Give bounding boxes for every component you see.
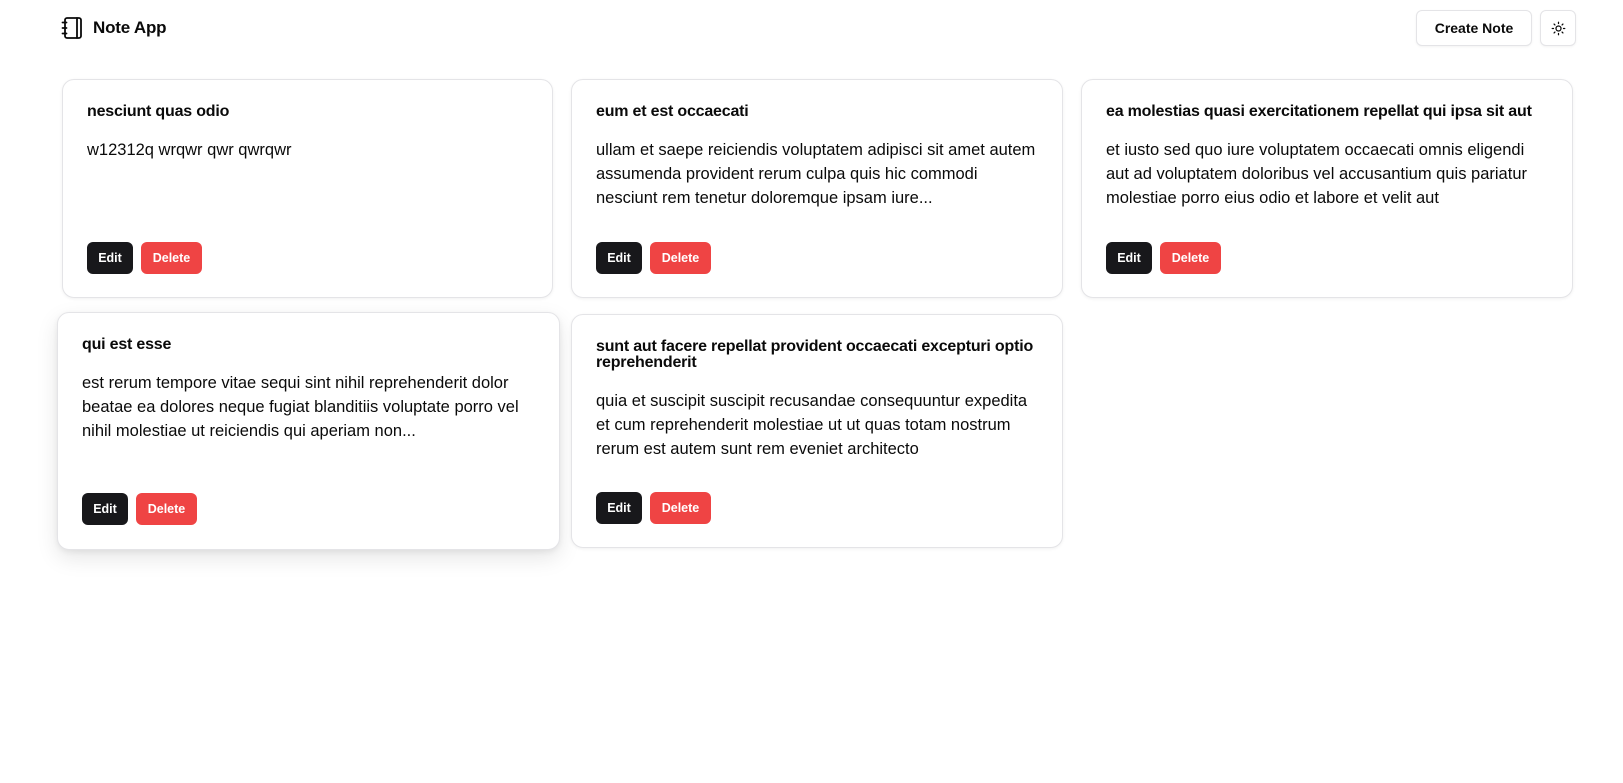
note-body: w12312q wrqwr qwr qwrqwr (87, 141, 292, 159)
edit-button[interactable]: Edit (596, 492, 642, 524)
app-header: Note App Create Note (0, 0, 1623, 58)
note-title: sunt aut facere repellat provident occae… (596, 338, 1034, 371)
note-body: et iusto sed quo iure voluptatem occaeca… (1106, 141, 1527, 207)
note-title: ea molestias quasi exercitationem repell… (1106, 103, 1532, 120)
edit-button[interactable]: Edit (1106, 242, 1152, 274)
edit-button[interactable]: Edit (82, 493, 128, 525)
brand: Note App (61, 16, 167, 40)
note-card: ea molestias quasi exercitationem repell… (1081, 79, 1573, 298)
note-body: est rerum tempore vitae sequi sint nihil… (82, 374, 519, 440)
create-note-button[interactable]: Create Note (1416, 10, 1532, 46)
note-body: quia et suscipit suscipit recusandae con… (596, 392, 1028, 458)
theme-toggle-button[interactable] (1540, 10, 1576, 46)
note-actions: Edit Delete (87, 242, 202, 274)
note-actions: Edit Delete (596, 492, 711, 524)
delete-button[interactable]: Delete (1160, 242, 1221, 274)
delete-button[interactable]: Delete (136, 493, 197, 525)
edit-button[interactable]: Edit (596, 242, 642, 274)
note-card: nesciunt quas odio w12312q wrqwr qwr qwr… (62, 79, 553, 298)
note-card: eum et est occaecati ullam et saepe reic… (571, 79, 1063, 298)
note-actions: Edit Delete (1106, 242, 1221, 274)
note-actions: Edit Delete (596, 242, 711, 274)
app-title: Note App (93, 18, 167, 37)
delete-button[interactable]: Delete (650, 492, 711, 524)
note-title: nesciunt quas odio (87, 103, 230, 120)
edit-button[interactable]: Edit (87, 242, 133, 274)
note-body: ullam et saepe reiciendis voluptatem adi… (596, 141, 1036, 207)
sun-icon (1551, 21, 1566, 36)
note-actions: Edit Delete (82, 493, 197, 525)
note-card: sunt aut facere repellat provident occae… (571, 314, 1063, 548)
delete-button[interactable]: Delete (650, 242, 711, 274)
delete-button[interactable]: Delete (141, 242, 202, 274)
notebook-icon (61, 16, 83, 40)
note-title: eum et est occaecati (596, 103, 749, 120)
note-title: qui est esse (82, 336, 172, 353)
note-card: qui est esse est rerum tempore vitae seq… (57, 312, 560, 550)
